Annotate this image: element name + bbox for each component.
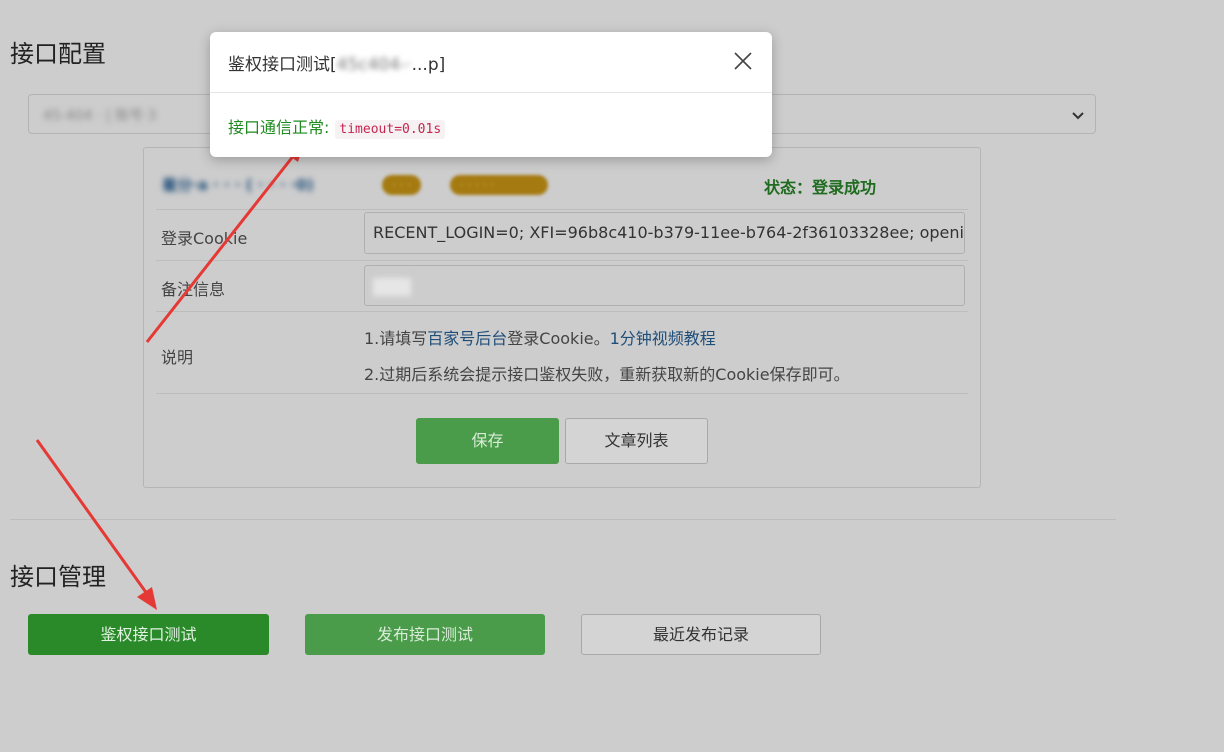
connection-ok-text: 接口通信正常: <box>228 118 330 137</box>
arrow-to-auth-test-button <box>35 439 157 610</box>
modal-title: 鉴权接口测试[45c404-·...p] <box>228 50 445 75</box>
modal-title-text: ...p] <box>411 55 446 75</box>
modal-message: 接口通信正常: timeout=0.01s <box>228 114 446 139</box>
modal-title-text: 鉴权接口测试[ <box>228 55 337 75</box>
arrow-to-modal-message <box>145 140 305 343</box>
auth-test-modal: 鉴权接口测试[45c404-·...p] 接口通信正常: timeout=0.01… <box>210 32 772 157</box>
modal-title-redacted: 45c404-· <box>336 55 412 75</box>
timeout-code: timeout=0.01s <box>335 120 446 139</box>
close-icon[interactable] <box>732 50 754 72</box>
modal-header: 鉴权接口测试[45c404-·...p] <box>210 32 772 93</box>
